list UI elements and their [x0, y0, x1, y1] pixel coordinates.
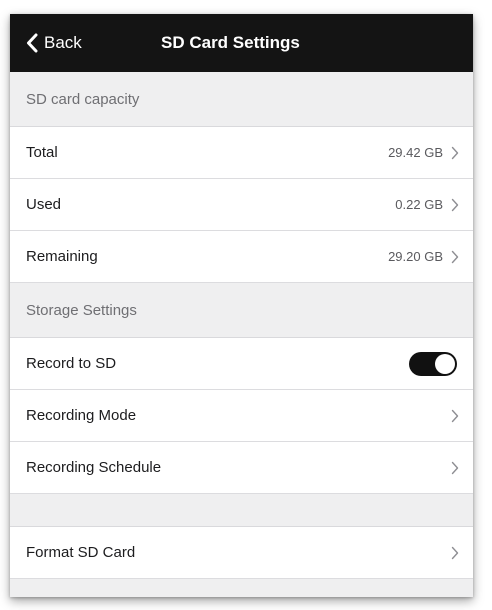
chevron-right-icon — [451, 546, 459, 559]
toggle-knob — [435, 353, 455, 374]
section-header-storage: Storage Settings — [10, 283, 473, 338]
chevron-left-icon — [27, 33, 38, 53]
section-header-capacity: SD card capacity — [10, 72, 473, 127]
row-used[interactable]: Used 0.22 GB — [10, 179, 473, 231]
row-label: Remaining — [26, 248, 98, 265]
chevron-right-icon — [451, 198, 459, 211]
row-value: 0.22 GB — [395, 197, 443, 212]
record-to-sd-toggle[interactable] — [409, 351, 457, 376]
chevron-right-icon — [451, 409, 459, 422]
back-label: Back — [44, 33, 82, 52]
row-total[interactable]: Total 29.42 GB — [10, 127, 473, 179]
chevron-right-icon — [451, 461, 459, 474]
page-title: SD Card Settings — [161, 33, 300, 52]
row-label: Used — [26, 196, 62, 213]
chevron-right-icon — [451, 146, 459, 159]
row-recording-schedule[interactable]: Recording Schedule — [10, 442, 473, 494]
row-label: Recording Schedule — [26, 459, 162, 476]
navigation-bar: Back SD Card Settings — [10, 14, 473, 72]
screen: Back SD Card Settings SD card capacity T… — [0, 0, 492, 610]
row-value: 29.20 GB — [388, 249, 443, 264]
row-label: Format SD Card — [26, 544, 136, 561]
row-recording-mode[interactable]: Recording Mode — [10, 390, 473, 442]
row-format-sd-card[interactable]: Format SD Card — [10, 527, 473, 579]
chevron-right-icon — [451, 250, 459, 263]
back-button[interactable]: Back — [10, 14, 90, 72]
row-value: 29.42 GB — [388, 145, 443, 160]
row-record-to-sd: Record to SD — [10, 338, 473, 390]
row-label: Record to SD — [26, 355, 117, 372]
group-spacer — [10, 494, 473, 527]
row-remaining[interactable]: Remaining 29.20 GB — [10, 231, 473, 283]
row-label: Recording Mode — [26, 407, 137, 424]
row-label: Total — [26, 144, 58, 161]
sd-card-settings-screen: Back SD Card Settings SD card capacity T… — [10, 14, 473, 597]
